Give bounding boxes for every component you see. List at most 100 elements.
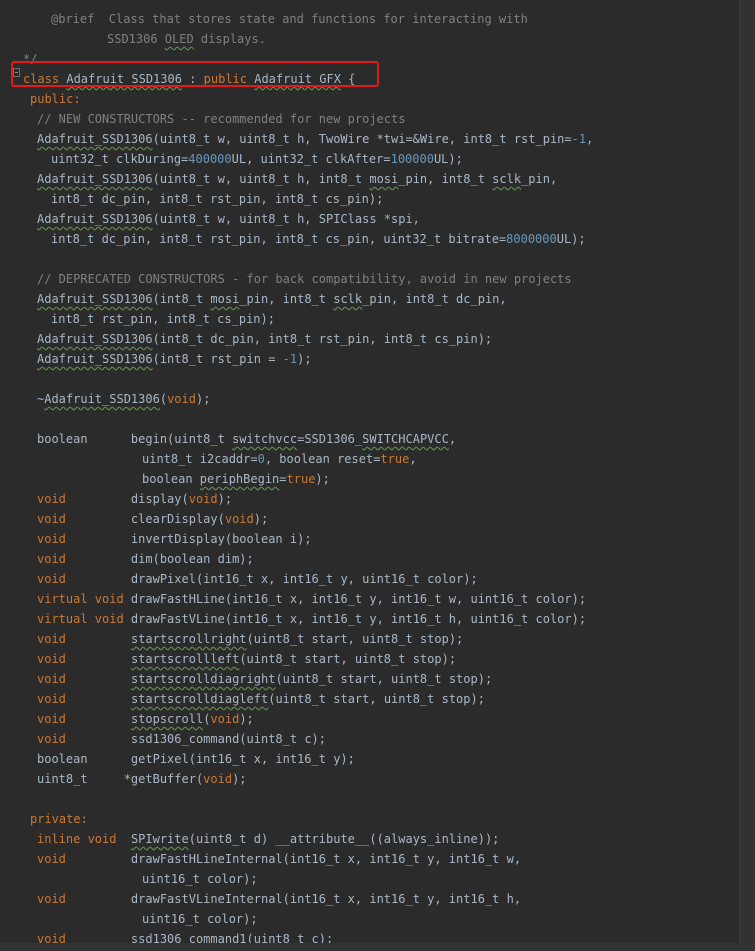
code-line[interactable]: void display(void);: [37, 489, 232, 509]
code-token: void: [210, 712, 240, 726]
code-token: Adafruit_SSD1306: [37, 352, 153, 366]
code-token: ,: [409, 452, 417, 466]
code-area[interactable]: @brief Class that stores state and funct…: [0, 0, 739, 951]
code-line[interactable]: int8_t dc_pin, int8_t rst_pin, int8_t cs…: [51, 189, 383, 209]
code-line[interactable]: uint8_t i2caddr=0, boolean reset=true,: [142, 449, 417, 469]
code-line[interactable]: void startscrollright(uint8_t start, uin…: [37, 629, 463, 649]
code-token: =: [279, 472, 287, 486]
code-line[interactable]: void dim(boolean dim);: [37, 549, 254, 569]
code-line[interactable]: public:: [30, 89, 81, 109]
code-token: virtual void: [37, 592, 124, 606]
code-line[interactable]: ~Adafruit_SSD1306(void);: [37, 389, 210, 409]
code-token: public:: [30, 92, 81, 106]
code-line[interactable]: @brief Class that stores state and funct…: [51, 9, 528, 29]
code-token: @brief Class that stores state and funct…: [51, 12, 528, 26]
code-token: mosi: [210, 292, 240, 306]
code-line[interactable]: void startscrolldiagleft(uint8_t start, …: [37, 689, 485, 709]
code-token: UL);: [556, 232, 586, 246]
code-line[interactable]: void startscrollleft(uint8_t start, uint…: [37, 649, 456, 669]
code-token: SPIwrite: [130, 832, 189, 846]
code-token: stopscroll: [130, 712, 204, 726]
code-token: drawFastVLine(int16_t x, int16_t y, int1…: [123, 612, 587, 626]
code-line[interactable]: Adafruit_SSD1306(int8_t mosi_pin, int8_t…: [37, 289, 507, 309]
code-line[interactable]: void stopscroll(void);: [37, 709, 254, 729]
code-line[interactable]: // DEPRECATED CONSTRUCTORS - for back co…: [37, 269, 572, 289]
code-token: // DEPRECATED CONSTRUCTORS - for back co…: [37, 272, 572, 286]
code-line[interactable]: void drawFastHLineInternal(int16_t x, in…: [37, 849, 521, 869]
code-line[interactable]: SSD1306 OLED displays.: [107, 29, 266, 49]
code-token: startscrollleft: [130, 652, 240, 666]
code-line[interactable]: uint8_t *getBuffer(void);: [37, 769, 247, 789]
code-token: _pin,: [521, 172, 558, 186]
class-declaration-highlight: [11, 61, 379, 87]
code-token: uint8_t *getBuffer(: [37, 772, 204, 786]
code-line[interactable]: virtual void drawFastHLine(int16_t x, in…: [37, 589, 586, 609]
code-token: startscrollright: [130, 632, 247, 646]
code-line[interactable]: Adafruit_SSD1306(int8_t dc_pin, int8_t r…: [37, 329, 492, 349]
code-token: );: [253, 512, 269, 526]
code-line[interactable]: void clearDisplay(void);: [37, 509, 268, 529]
code-token: void: [224, 512, 254, 526]
code-token: , boolean reset=: [264, 452, 381, 466]
code-line[interactable]: Adafruit_SSD1306(uint8_t w, uint8_t h, S…: [37, 209, 420, 229]
code-token: _pin, int8_t: [398, 172, 493, 186]
code-token: true: [286, 472, 316, 486]
code-token: 0: [257, 452, 265, 466]
code-token: -1: [282, 352, 298, 366]
code-token: clearDisplay(: [65, 512, 225, 526]
code-line[interactable]: int8_t rst_pin, int8_t cs_pin);: [51, 309, 275, 329]
code-token: 100000: [390, 152, 434, 166]
code-token: uint16_t color);: [142, 912, 258, 926]
code-token: (uint8_t w, uint8_t h, int8_t: [152, 172, 370, 186]
code-token: (uint8_t start, uint8_t stop);: [239, 652, 457, 666]
code-token: Adafruit_SSD1306: [44, 392, 160, 406]
code-line[interactable]: // NEW CONSTRUCTORS -- recommended for n…: [37, 109, 405, 129]
code-line[interactable]: void invertDisplay(boolean i);: [37, 529, 312, 549]
code-line[interactable]: uint16_t color);: [142, 869, 258, 889]
code-token: void: [37, 852, 66, 866]
code-token: drawPixel(int16_t x, int16_t y, uint16_t…: [65, 572, 478, 586]
code-token: void: [37, 692, 66, 706]
code-line[interactable]: Adafruit_SSD1306(int8_t rst_pin = -1);: [37, 349, 312, 369]
code-token: startscrolldiagleft: [130, 692, 269, 706]
code-token: SWITCHCAPVCC: [362, 432, 449, 446]
code-line[interactable]: virtual void drawFastVLine(int16_t x, in…: [37, 609, 586, 629]
code-token: UL, uint32_t clkAfter=: [231, 152, 391, 166]
code-token: Adafruit_SSD1306: [37, 212, 153, 226]
code-line[interactable]: inline void SPIwrite(uint8_t d) __attrib…: [37, 829, 499, 849]
code-token: (int8_t dc_pin, int8_t rst_pin, int8_t c…: [152, 332, 493, 346]
code-token: void: [37, 732, 66, 746]
code-line[interactable]: void drawFastVLineInternal(int16_t x, in…: [37, 889, 521, 909]
code-token: SSD1306: [107, 32, 165, 46]
code-line[interactable]: Adafruit_SSD1306(uint8_t w, uint8_t h, T…: [37, 129, 593, 149]
code-line[interactable]: boolean begin(uint8_t switchvcc=SSD1306_…: [37, 429, 456, 449]
code-token: void: [203, 772, 233, 786]
code-line[interactable]: void startscrolldiagright(uint8_t start,…: [37, 669, 492, 689]
code-line[interactable]: Adafruit_SSD1306(uint8_t w, uint8_t h, i…: [37, 169, 557, 189]
code-line[interactable]: private:: [30, 809, 88, 829]
code-token: _pin, int8_t dc_pin,: [362, 292, 507, 306]
code-line[interactable]: uint32_t clkDuring=400000UL, uint32_t cl…: [51, 149, 463, 169]
code-token: void: [37, 652, 66, 666]
code-token: _pin, int8_t: [239, 292, 334, 306]
code-token: boolean: [142, 472, 200, 486]
code-line[interactable]: boolean periphBegin=true);: [142, 469, 330, 489]
code-token: boolean getPixel(int16_t x, int16_t y);: [37, 752, 355, 766]
code-token: drawFastVLineInternal(int16_t x, int16_t…: [65, 892, 522, 906]
code-token: int8_t dc_pin, int8_t rst_pin, int8_t cs…: [51, 232, 507, 246]
code-token: (int8_t: [152, 292, 211, 306]
code-token: (uint8_t w, uint8_t h, TwoWire *twi=&Wir…: [152, 132, 572, 146]
code-token: dim(boolean dim);: [65, 552, 254, 566]
code-line[interactable]: void ssd1306_command(uint8_t c);: [37, 729, 326, 749]
code-token: );: [217, 492, 233, 506]
vertical-scrollbar[interactable]: [739, 0, 755, 951]
code-line[interactable]: void drawPixel(int16_t x, int16_t y, uin…: [37, 569, 478, 589]
code-editor[interactable]: @brief Class that stores state and funct…: [0, 0, 755, 951]
code-token: 8000000: [506, 232, 557, 246]
code-token: sclk: [492, 172, 522, 186]
code-token: int8_t rst_pin, int8_t cs_pin);: [51, 312, 275, 326]
code-line[interactable]: boolean getPixel(int16_t x, int16_t y);: [37, 749, 355, 769]
code-line[interactable]: int8_t dc_pin, int8_t rst_pin, int8_t cs…: [51, 229, 586, 249]
code-line[interactable]: uint16_t color);: [142, 909, 258, 929]
